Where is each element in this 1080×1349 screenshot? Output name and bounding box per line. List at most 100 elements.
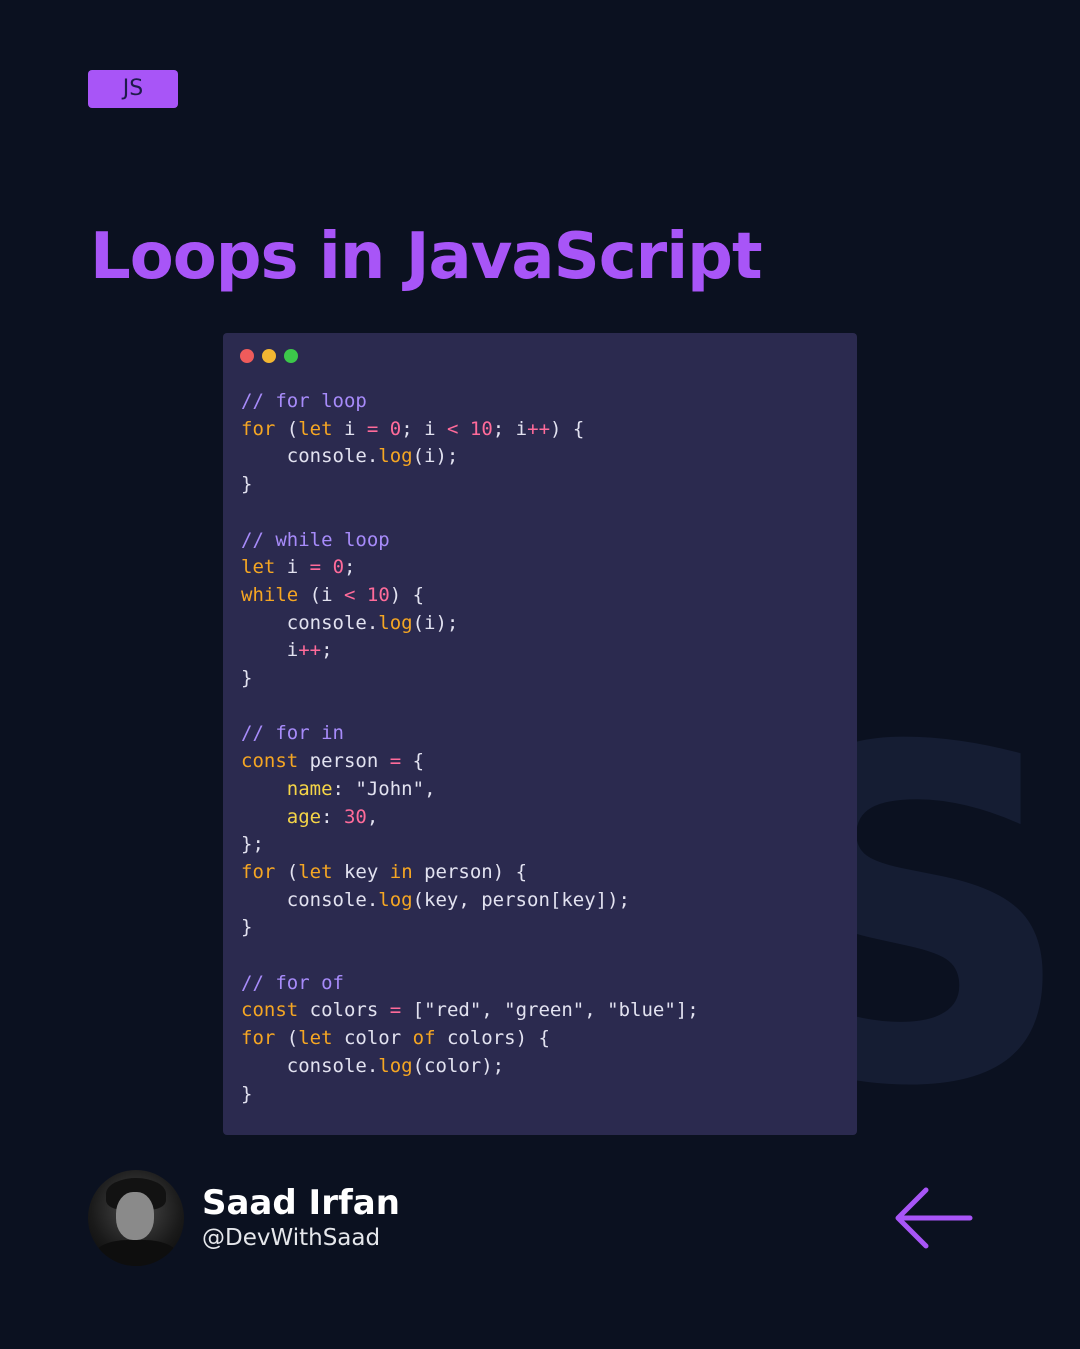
code-line: } — [241, 665, 699, 693]
code-token: ; i — [492, 417, 528, 440]
author-handle: @DevWithSaad — [202, 1225, 381, 1251]
code-token: ++ — [527, 417, 551, 440]
code-token: ++ — [298, 639, 322, 662]
code-token: { — [401, 750, 425, 773]
code-token: of — [412, 1027, 436, 1050]
code-line: let i = 0; — [241, 554, 699, 582]
code-token: "John" — [355, 777, 425, 800]
code-token: , — [584, 999, 608, 1022]
code-token: ; — [321, 639, 333, 662]
code-token: , — [424, 777, 436, 800]
code-token: log — [378, 888, 413, 911]
code-token: let — [241, 556, 276, 579]
code-token: (color); — [412, 1054, 505, 1077]
code-token: }; — [241, 833, 264, 856]
code-line: for (let color of colors) { — [241, 1025, 699, 1053]
code-token: "blue" — [607, 999, 676, 1022]
code-token: for — [241, 860, 276, 883]
author-card: Saad Irfan @DevWithSaad — [88, 1170, 400, 1266]
code-line: age: 30, — [241, 804, 699, 832]
code-token: } — [241, 1082, 253, 1105]
code-token: = — [389, 750, 402, 773]
code-token: = — [309, 556, 322, 579]
code-token: : — [332, 777, 356, 800]
code-token: ; — [344, 556, 356, 579]
code-token: const — [241, 999, 299, 1022]
code-token: // for loop — [241, 390, 367, 412]
page-title: Loops in JavaScript — [90, 220, 763, 294]
code-token: , — [481, 999, 505, 1022]
code-line: console.log(i); — [241, 610, 699, 638]
code-line: for (let key in person) { — [241, 859, 699, 887]
code-token: ) { — [550, 417, 585, 440]
code-token: = — [389, 999, 402, 1022]
code-line: name: "John", — [241, 776, 699, 804]
arrow-left-icon[interactable] — [890, 1185, 976, 1251]
code-line: while (i < 10) { — [241, 582, 699, 610]
code-token: < — [343, 583, 356, 606]
code-line: console.log(i); — [241, 443, 699, 471]
code-token: // for in — [241, 722, 344, 745]
code-token: color — [332, 1027, 413, 1050]
code-token: } — [241, 473, 253, 496]
code-token: = — [366, 417, 379, 440]
code-token: ; i — [401, 417, 447, 440]
close-dot-icon — [240, 349, 254, 363]
code-token: "green" — [504, 999, 585, 1022]
code-line: const colors = ["red", "green", "blue"]; — [241, 997, 699, 1025]
code-token: // while loop — [241, 528, 390, 551]
code-token: console. — [241, 1054, 379, 1077]
code-token: log — [378, 611, 413, 634]
maximize-dot-icon — [284, 349, 298, 363]
code-token: for — [241, 1027, 276, 1050]
code-token: i — [275, 556, 310, 579]
code-token: 10 — [366, 583, 390, 606]
code-token: "red" — [424, 999, 482, 1022]
code-token: person — [298, 750, 390, 773]
code-line: for (let i = 0; i < 10; i++) { — [241, 416, 699, 444]
code-line: } — [241, 471, 699, 499]
code-token: 10 — [469, 417, 493, 440]
code-token: i — [241, 639, 299, 662]
code-token: } — [241, 916, 253, 939]
code-token: : — [321, 805, 344, 828]
language-tag: JS — [88, 70, 178, 108]
code-token: age — [286, 805, 322, 828]
code-token: < — [447, 417, 459, 440]
window-controls — [240, 349, 298, 363]
code-token: in — [389, 860, 413, 883]
code-token: colors — [298, 999, 390, 1022]
code-token: let — [298, 860, 333, 883]
code-token: console. — [241, 445, 379, 468]
code-line: } — [241, 914, 699, 942]
code-token: while — [241, 583, 299, 606]
code-token: // for of — [241, 971, 344, 994]
code-token: for — [241, 417, 276, 440]
author-name: Saad Irfan — [202, 1183, 400, 1223]
code-token: (i); — [412, 611, 459, 634]
code-line: // for in — [241, 720, 699, 748]
code-line: const person = { — [241, 748, 699, 776]
code-line: } — [241, 1081, 699, 1109]
code-token: key — [332, 860, 390, 883]
code-line: console.log(color); — [241, 1053, 699, 1081]
code-token: let — [298, 1027, 333, 1050]
code-token: const — [241, 750, 299, 773]
code-token: ( — [275, 860, 299, 883]
code-token: let — [298, 417, 333, 440]
code-window: // for loop for (let i = 0; i < 10; i++) … — [223, 333, 857, 1135]
code-token: [ — [401, 999, 425, 1022]
code-token: (i — [298, 583, 344, 606]
code-token: ) { — [389, 583, 425, 606]
code-token: person) { — [412, 860, 528, 883]
code-block: // for loop for (let i = 0; i < 10; i++) … — [241, 388, 699, 1108]
